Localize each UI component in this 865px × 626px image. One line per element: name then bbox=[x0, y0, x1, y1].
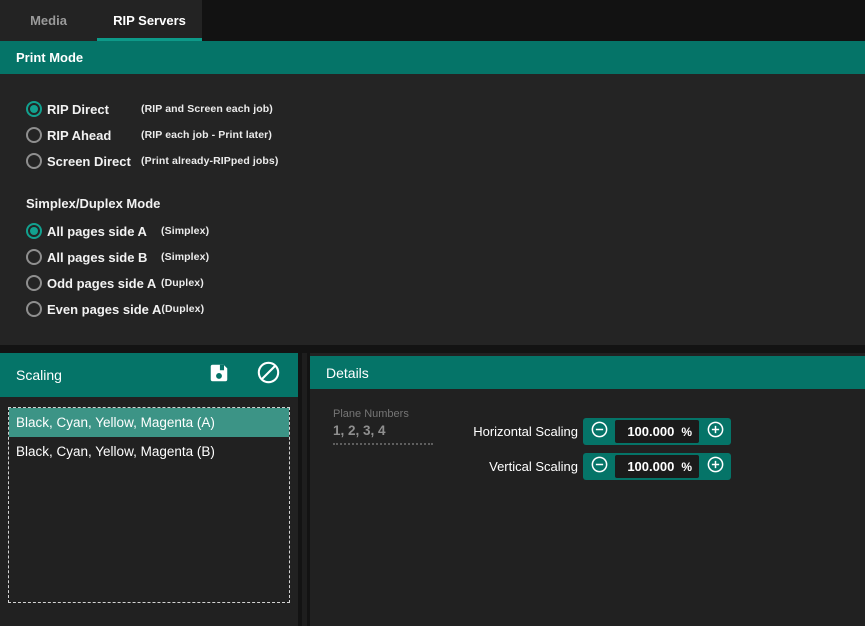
print-mode-section: RIP Direct (RIP and Screen each job) RIP… bbox=[0, 74, 865, 345]
radio-label: Screen Direct bbox=[47, 154, 141, 169]
app-window: Media RIP Servers Print Mode RIP Direct … bbox=[0, 0, 865, 626]
minus-icon bbox=[590, 455, 609, 479]
radio-button[interactable] bbox=[26, 153, 42, 169]
increment-button[interactable] bbox=[699, 453, 731, 480]
radio-description: (Simplex) bbox=[161, 251, 209, 263]
radio-label: All pages side A bbox=[47, 224, 161, 239]
details-panel: Details Plane Numbers 1, 2, 3, 4 Horizon… bbox=[310, 353, 865, 626]
bottom-panels: Scaling bbox=[0, 353, 865, 626]
horizontal-scaling-label: Horizontal Scaling bbox=[310, 424, 578, 439]
horizontal-scaling-value: 100.000 bbox=[627, 424, 674, 439]
splitter-handle bbox=[302, 353, 307, 626]
horizontal-scaling-unit: % bbox=[681, 425, 692, 439]
radio-label: RIP Ahead bbox=[47, 128, 141, 143]
radio-description: (RIP each job - Print later) bbox=[141, 129, 272, 141]
radio-button[interactable] bbox=[26, 301, 42, 317]
scaling-panel-title: Scaling bbox=[16, 367, 62, 383]
minus-icon bbox=[590, 420, 609, 444]
radio-description: (RIP and Screen each job) bbox=[141, 103, 273, 115]
scaling-panel-header: Scaling bbox=[0, 353, 298, 397]
save-icon bbox=[208, 362, 230, 389]
radio-option-screen-direct[interactable]: Screen Direct (Print already-RIPped jobs… bbox=[0, 148, 865, 174]
tab-media[interactable]: Media bbox=[0, 0, 97, 41]
radio-button[interactable] bbox=[26, 249, 42, 265]
radio-button[interactable] bbox=[26, 275, 42, 291]
simplex-duplex-section-label: Simplex/Duplex Mode bbox=[0, 196, 865, 212]
tab-media-label: Media bbox=[30, 13, 67, 28]
tab-strip: Media RIP Servers bbox=[0, 0, 202, 41]
radio-option-rip-direct[interactable]: RIP Direct (RIP and Screen each job) bbox=[0, 96, 865, 122]
tab-bar: Media RIP Servers bbox=[0, 0, 865, 41]
radio-label: Odd pages side A bbox=[47, 276, 161, 291]
vertical-scaling-row: Vertical Scaling 100.000 % bbox=[310, 453, 731, 480]
simplex-duplex-radio-group: All pages side A (Simplex) All pages sid… bbox=[0, 218, 865, 322]
tab-rip-servers-label: RIP Servers bbox=[113, 13, 186, 28]
active-tab-underline bbox=[97, 38, 202, 41]
radio-button-selected[interactable] bbox=[26, 101, 42, 117]
cancel-button[interactable] bbox=[256, 360, 281, 390]
section-divider bbox=[0, 345, 865, 353]
decrement-button[interactable] bbox=[583, 453, 615, 480]
horizontal-scaling-row: Horizontal Scaling 100.000 % bbox=[310, 418, 731, 445]
horizontal-scaling-input[interactable]: 100.000 % bbox=[615, 420, 699, 443]
plus-icon bbox=[706, 455, 725, 479]
panel-splitter[interactable] bbox=[298, 353, 310, 626]
save-button[interactable] bbox=[208, 362, 230, 389]
radio-option-rip-ahead[interactable]: RIP Ahead (RIP each job - Print later) bbox=[0, 122, 865, 148]
vertical-scaling-stepper: 100.000 % bbox=[583, 453, 731, 480]
radio-button-selected[interactable] bbox=[26, 223, 42, 239]
radio-description: (Print already-RIPped jobs) bbox=[141, 155, 278, 167]
list-item[interactable]: Black, Cyan, Yellow, Magenta (B) bbox=[9, 437, 289, 466]
vertical-scaling-label: Vertical Scaling bbox=[310, 459, 578, 474]
increment-button[interactable] bbox=[699, 418, 731, 445]
radio-option-even-pages-side-a[interactable]: Even pages side A (Duplex) bbox=[0, 296, 865, 322]
details-panel-title: Details bbox=[326, 365, 369, 381]
radio-option-all-pages-side-a[interactable]: All pages side A (Simplex) bbox=[0, 218, 865, 244]
radio-label: All pages side B bbox=[47, 250, 161, 265]
print-mode-header: Print Mode bbox=[0, 41, 865, 74]
decrement-button[interactable] bbox=[583, 418, 615, 445]
details-panel-header: Details bbox=[310, 356, 865, 389]
radio-button[interactable] bbox=[26, 127, 42, 143]
scaling-panel: Scaling bbox=[0, 353, 298, 626]
scaling-list: Black, Cyan, Yellow, Magenta (A) Black, … bbox=[8, 407, 290, 603]
radio-label: RIP Direct bbox=[47, 102, 141, 117]
radio-label: Even pages side A bbox=[47, 302, 161, 317]
radio-option-all-pages-side-b[interactable]: All pages side B (Simplex) bbox=[0, 244, 865, 270]
vertical-scaling-value: 100.000 bbox=[627, 459, 674, 474]
horizontal-scaling-stepper: 100.000 % bbox=[583, 418, 731, 445]
vertical-scaling-input[interactable]: 100.000 % bbox=[615, 455, 699, 478]
plus-icon bbox=[706, 420, 725, 444]
print-mode-radio-group: RIP Direct (RIP and Screen each job) RIP… bbox=[0, 74, 865, 174]
radio-description: (Simplex) bbox=[161, 225, 209, 237]
radio-option-odd-pages-side-a[interactable]: Odd pages side A (Duplex) bbox=[0, 270, 865, 296]
cancel-icon bbox=[256, 360, 281, 390]
vertical-scaling-unit: % bbox=[681, 460, 692, 474]
tab-rip-servers[interactable]: RIP Servers bbox=[97, 0, 202, 41]
radio-description: (Duplex) bbox=[161, 303, 204, 315]
print-mode-header-label: Print Mode bbox=[16, 50, 83, 65]
radio-description: (Duplex) bbox=[161, 277, 204, 289]
list-item[interactable]: Black, Cyan, Yellow, Magenta (A) bbox=[9, 408, 289, 437]
